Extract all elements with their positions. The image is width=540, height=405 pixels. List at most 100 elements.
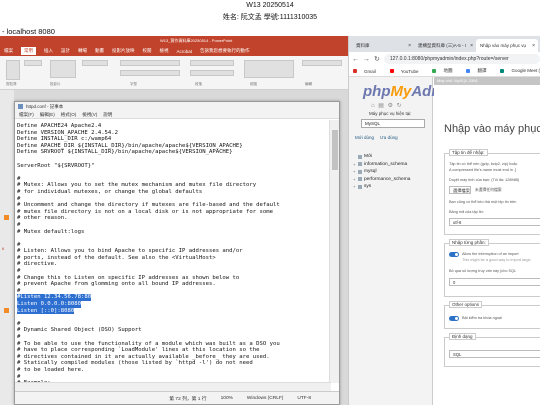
line-text: # Change this to Listen on specific IP a…	[17, 274, 240, 281]
align-buttons[interactable]	[190, 70, 234, 76]
text-line	[17, 169, 329, 176]
browser-tab[interactable]: 資料庫 ×	[352, 39, 414, 52]
tree-item[interactable]: + performance_schema	[353, 176, 410, 184]
address-bar[interactable]: 127.0.0.1:8080/phpmyadmin/index.php?rout…	[383, 54, 540, 64]
reload-icon[interactable]: ↻	[374, 55, 380, 63]
line-text: # Mutex: Allows you to set the mutex mec…	[17, 182, 257, 189]
notepad-menu-item[interactable]: 格式(O)	[61, 112, 77, 118]
notepad-menu-item[interactable]: 檢視(V)	[82, 112, 97, 118]
ribbon-tab[interactable]: 投影片放映	[112, 48, 135, 54]
format-select[interactable]: SQL	[449, 350, 540, 358]
browser-window: 資料庫 × 建構型資料庫 (三)A-5 - I × Nhập vào máy phục …	[348, 36, 540, 405]
slide-thumbnails[interactable]: 6	[0, 90, 14, 405]
selected-line: Listen 0.0.0.0:8080	[17, 301, 81, 308]
allow-interruption-toggle[interactable]	[449, 252, 459, 257]
ribbon-tab[interactable]: 設計	[61, 48, 70, 54]
line-text: # Dynamic Shared Object (DSO) Support	[17, 327, 142, 334]
close-icon[interactable]: ×	[470, 43, 473, 49]
ribbon-tab[interactable]: 轉場	[78, 48, 87, 54]
font-format-buttons[interactable]	[120, 70, 180, 76]
vertical-scrollbar[interactable]	[329, 120, 339, 383]
powerpoint-ribbon-tabs: 檔案 常用 插入 設計 轉場 動畫 投影片放映 校閱 檢視 Acrobat 告訴我您想要執行的動作	[0, 46, 348, 56]
text-line: Listen [::0]:8080	[17, 307, 329, 315]
ribbon-tab[interactable]: 動畫	[95, 48, 104, 54]
allow-interruption-label: Allow the interruption of an import	[462, 252, 519, 256]
cut-button[interactable]	[24, 60, 42, 66]
horizontal-scrollbar[interactable]	[15, 382, 331, 391]
text-line: ServerRoot "${SRVROOT}"	[17, 163, 329, 170]
text-line: # directive.	[17, 261, 329, 268]
ribbon-tab[interactable]: 插入	[44, 48, 53, 54]
ribbon-tab[interactable]: 校閱	[143, 48, 152, 54]
line-text: #	[17, 221, 21, 228]
layout-button[interactable]	[82, 60, 108, 66]
ribbon-tab[interactable]: 檢視	[160, 48, 169, 54]
browser-tabstrip: 資料庫 × 建構型資料庫 (三)A-5 - I × Nhập vào máy phục …	[349, 36, 540, 52]
tree-item-label: mysql	[364, 169, 377, 175]
bookmark-item[interactable]: Gmail	[353, 69, 383, 74]
foreign-key-toggle[interactable]	[449, 316, 459, 321]
bookmark-item[interactable]: 翻譯	[466, 68, 493, 74]
text-line: # Mutex default:logs	[17, 229, 329, 236]
notepad-text-area[interactable]: Define APACHE24 Apache2.4 Define VERSION_…	[15, 120, 331, 383]
text-line: # for individual mutexes, or change the …	[17, 189, 329, 196]
text-line: #	[17, 196, 329, 203]
new-slide-button[interactable]	[50, 60, 76, 78]
database-icon	[358, 169, 362, 174]
tree-item[interactable]: + mysql	[353, 168, 410, 176]
paste-button[interactable]	[6, 60, 20, 80]
close-icon[interactable]: ×	[532, 43, 535, 49]
bookmark-item[interactable]: Google Meet (原名...	[500, 68, 540, 74]
tree-item[interactable]: Mới	[353, 153, 410, 161]
pma-toolbar-icons[interactable]: ⌂ ▤ ⚙ ↻	[371, 102, 403, 109]
notepad-menu-item[interactable]: 檔案(F)	[19, 112, 34, 118]
close-icon[interactable]: ×	[408, 43, 411, 49]
file-to-import-section: Tập tin để nhập: Tập tin có thể nén (gzi…	[444, 149, 540, 235]
side-tab[interactable]: Ưa dùng	[380, 135, 398, 140]
notepad-statusbar: 第 72 列，第 1 行 100% Windows (CRLF) UTF-8	[15, 391, 339, 404]
choose-file-button[interactable]: 選擇檔案	[449, 186, 471, 194]
tree-item[interactable]: + sys	[353, 183, 410, 191]
browser-tab[interactable]: 建構型資料庫 (三)A-5 - I ×	[414, 39, 476, 52]
server-breadcrumb[interactable]: Máy chủ: MySQL 3306	[434, 77, 540, 85]
notepad-menu-item[interactable]: 編輯(E)	[40, 112, 55, 118]
ribbon-tab[interactable]: 常用	[21, 47, 36, 55]
tree-item[interactable]: + information_schema	[353, 161, 410, 169]
charset-select[interactable]: utf-8	[449, 218, 540, 226]
line-text: # Uncomment and change the directory if …	[17, 202, 280, 209]
browser-tab[interactable]: Nhập vào máy phục vụ ×	[476, 39, 538, 52]
shapes-gallery[interactable]	[244, 60, 294, 78]
text-line: #	[17, 242, 329, 249]
ribbon-group-label: 段落	[195, 82, 202, 86]
slide-number: 6	[2, 246, 5, 251]
font-select[interactable]	[120, 60, 180, 66]
database-icon	[358, 177, 362, 182]
ribbon-tab[interactable]: 告訴我您想要執行的動作	[200, 48, 250, 54]
back-icon[interactable]: ←	[352, 56, 359, 63]
tab-label: 建構型資料庫 (三)A-5 - I	[418, 42, 466, 48]
side-tab[interactable]: Mới dùng	[355, 135, 374, 140]
skip-queries-input[interactable]: 0	[449, 278, 540, 286]
notepad-menu-item[interactable]: 說明	[103, 112, 112, 118]
ribbon-tab[interactable]: Acrobat	[177, 49, 193, 54]
bookmark-item[interactable]: 地圖	[432, 68, 459, 74]
paragraph-buttons[interactable]	[190, 60, 234, 66]
bookmark-item[interactable]: YouTube	[389, 68, 426, 74]
server-select[interactable]: MySQL	[361, 119, 425, 128]
notepad-icon	[18, 104, 23, 109]
notepad-menubar: 檔案(F) 編輯(E) 格式(O) 檢視(V) 說明	[15, 111, 339, 119]
line-text: #	[17, 320, 21, 327]
bookmark-label: 翻譯	[477, 68, 487, 73]
powerpoint-title: W13_實作資料庫20250514 - PowerPoint	[0, 36, 348, 46]
find-button[interactable]	[302, 60, 342, 66]
notepad-titlebar[interactable]: httpd.conf - 記事本	[15, 102, 339, 111]
bookmark-label: Gmail	[364, 68, 376, 74]
section-legend: Nhập từng phần:	[449, 239, 489, 246]
ribbon-tab[interactable]: 檔案	[4, 48, 13, 54]
text-line: #	[17, 268, 329, 275]
line-text: # ports, instead of the default. See als…	[17, 254, 216, 261]
tree-item-label: information_schema	[364, 161, 408, 167]
forward-icon[interactable]: →	[363, 56, 370, 63]
scrollbar-thumb[interactable]	[332, 130, 338, 170]
bookmark-label: YouTube	[400, 68, 419, 74]
